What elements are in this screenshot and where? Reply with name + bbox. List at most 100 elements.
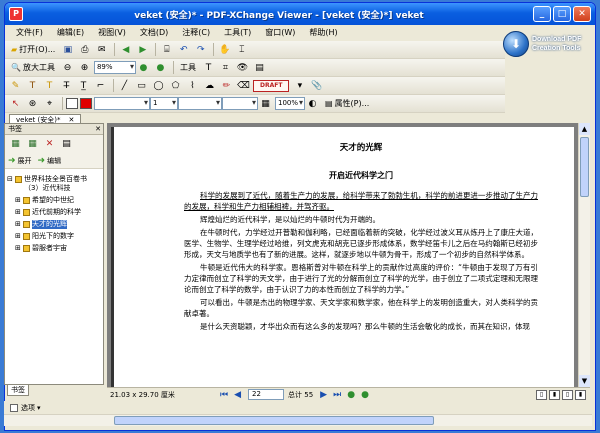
polygon-icon[interactable]: ⬠ [168,78,183,93]
download-pdf-banner[interactable]: ⬇ Download PDF Creation Tools [503,27,589,61]
edit-button[interactable]: ➜ 编辑 [38,156,62,166]
blend-icon[interactable]: ◐ [305,96,320,111]
single-page-icon[interactable]: ▯ [536,389,547,400]
next-page-icon[interactable]: ▶ [320,390,327,400]
document-viewer[interactable]: 天才的光辉 开启近代科学之门 科学的发展到了近代，随着生产力的发展，给科学带来了… [107,123,578,387]
vertical-scrollbar[interactable]: ▲ ▼ [578,123,590,387]
tools-button[interactable]: 工具 [177,60,199,75]
expand-toggle-icon[interactable]: ⊞ [15,244,23,253]
zoom-in-icon[interactable]: ⊕ [77,60,92,75]
eraser-icon[interactable]: ⌫ [236,78,251,93]
back-icon[interactable]: ◀ [118,42,133,57]
select-icon[interactable]: ⌶ [234,42,249,57]
measure-icon[interactable]: ⌖ [42,96,57,111]
first-page-icon[interactable]: ⏮ [220,390,228,400]
redo-icon[interactable]: ↷ [193,42,208,57]
menu-document[interactable]: 文档(D) [133,25,175,41]
add-child-bookmark-icon[interactable]: ▦ [25,137,40,152]
open-button[interactable]: ▰ 打开(O)... [8,42,58,57]
zoom-tool-button[interactable]: 🔍 放大工具 [8,60,58,75]
close-button[interactable]: ✕ [573,6,591,22]
menu-window[interactable]: 窗口(W) [258,25,302,41]
typewriter-icon[interactable]: T [201,60,216,75]
maximize-button[interactable]: □ [553,6,571,22]
attach-icon[interactable]: 📎 [309,78,324,93]
undo-icon[interactable]: ↶ [176,42,191,57]
last-page-icon[interactable]: ⏭ [333,390,341,400]
menu-comment[interactable]: 注释(C) [175,25,217,41]
minimize-button[interactable]: _ [533,6,551,22]
opacity-combo[interactable]: 100% [275,97,305,110]
highlight-text-icon[interactable]: T [42,78,57,93]
menu-file[interactable]: 文件(F) [9,25,50,41]
scroll-up-icon[interactable]: ▲ [579,123,590,135]
snapshot-icon[interactable]: ⌗ [218,60,233,75]
bookmark-item[interactable]: ⊞ 碧服者宇宙 [7,244,101,253]
horizontal-scroll-thumb[interactable] [114,416,434,425]
new-bookmark-icon[interactable]: ▦ [8,137,23,152]
pencil-icon[interactable]: ✏ [219,78,234,93]
history-forward-icon[interactable]: ● [361,390,369,400]
bookmark-item-selected[interactable]: ⊞ 天才的光辉 [7,220,101,229]
zoom-level-combo[interactable]: 89% [93,61,136,74]
save-icon[interactable]: ▣ [60,42,75,57]
callout-icon[interactable]: ⌐ [93,78,108,93]
continuous-page-icon[interactable]: ▮ [549,389,560,400]
expand-toggle-icon[interactable]: ⊞ [15,208,23,217]
page-number-input[interactable]: 22 [248,389,285,400]
arrow-tool-icon[interactable]: ↖ [8,96,23,111]
bookmarks-side-tab[interactable]: 书签 [7,385,29,396]
expand-toggle-icon[interactable]: ⊞ [15,232,23,241]
bookmark-item[interactable]: ⊞ 希望的中世纪 [7,196,101,205]
menu-tools[interactable]: 工具(T) [217,25,258,41]
scroll-thumb[interactable] [580,137,589,197]
email-icon[interactable]: ✉ [94,42,109,57]
menu-view[interactable]: 视图(V) [91,25,133,41]
delete-bookmark-icon[interactable]: ✕ [42,137,57,152]
stamp-draft-button[interactable]: DRAFT [253,79,290,92]
print-icon[interactable]: ⎙ [77,42,92,57]
line-color-swatch[interactable] [66,98,78,109]
pdf-page[interactable]: 天才的光辉 开启近代科学之门 科学的发展到了近代，随着生产力的发展，给科学带来了… [111,127,574,387]
menu-help[interactable]: 帮助(H) [302,25,344,41]
expand-toggle-icon[interactable]: ⊞ [15,220,23,229]
eye-icon[interactable]: 👁 [235,60,250,75]
facing-page-icon[interactable]: ▯ [562,389,573,400]
hand-icon[interactable]: ✋ [217,42,232,57]
properties-button[interactable]: ▤ 属性(P)... [322,96,372,111]
text-box-icon[interactable]: T [25,78,40,93]
bookmark-properties-icon[interactable]: ▤ [59,137,74,152]
forward-icon[interactable]: ▶ [135,42,150,57]
zoom-out-icon[interactable]: ⊖ [60,60,75,75]
line-width-combo[interactable]: 1 [150,97,178,110]
magnify-tool-icon[interactable]: ⊛ [25,96,40,111]
fill-color-swatch[interactable] [80,98,92,109]
polyline-icon[interactable]: ⌇ [185,78,200,93]
strikeout-icon[interactable]: T̶ [59,78,74,93]
bookmark-item[interactable]: ⊞ 阳光下的数字 [7,232,101,241]
history-back-icon[interactable]: ● [347,390,355,400]
expand-toggle-icon[interactable]: ⊞ [15,196,23,205]
options-menu[interactable]: 选项 ▾ [4,403,41,413]
zoom-decrease-icon[interactable]: ● [136,60,151,75]
rectangle-icon[interactable]: ▭ [134,78,149,93]
stamp-palette-icon[interactable]: ▾ [292,78,307,93]
collapse-toggle-icon[interactable]: ⊟ [7,175,15,184]
options-checkbox[interactable] [10,404,18,412]
title-bar[interactable]: P veket (安全)* - PDF-XChange Viewer - [ve… [5,3,595,25]
cloud-icon[interactable]: ☁ [202,78,217,93]
bookmark-item[interactable]: ⊞ 近代前期的科学 [7,208,101,217]
oval-icon[interactable]: ◯ [151,78,166,93]
bookmark-item[interactable]: ⊟ 世界科技全景百卷书（3）近代科技 [7,175,101,193]
line-icon[interactable]: ╱ [117,78,132,93]
line-style-combo[interactable] [94,97,150,110]
note-icon[interactable]: ✎ [8,78,23,93]
menu-edit[interactable]: 编辑(E) [50,25,91,41]
continuous-facing-icon[interactable]: ▮ [575,389,586,400]
line-dash-combo[interactable] [178,97,222,110]
arrowhead-combo[interactable] [222,97,258,110]
close-pane-icon[interactable]: ✕ [93,124,103,134]
horizontal-scrollbar[interactable] [4,414,592,426]
previous-page-icon[interactable]: ◀ [234,390,241,400]
underline-icon[interactable]: T̲ [76,78,91,93]
